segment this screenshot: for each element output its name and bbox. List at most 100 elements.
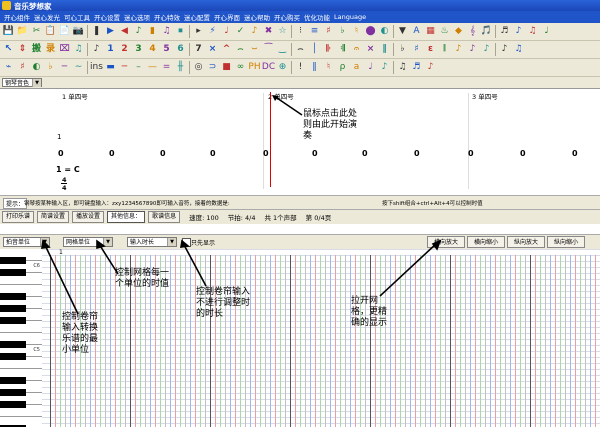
toolbar-icon[interactable]: ρ <box>336 61 349 75</box>
black-key[interactable] <box>0 353 26 360</box>
toolbar-icon[interactable]: │ <box>308 43 321 57</box>
menu-item[interactable]: 开心组件 <box>4 12 30 22</box>
toolbar-icon[interactable]: ▼ <box>396 25 409 39</box>
toolbar-icon[interactable]: ─ <box>58 61 71 75</box>
toolbar-icon[interactable]: ◀ <box>118 25 131 39</box>
menu-item[interactable]: Language <box>334 13 366 21</box>
toolbar-icon[interactable]: ♩ <box>540 25 553 39</box>
rest-note[interactable]: 0 <box>109 149 115 158</box>
toolbar-icon[interactable]: ⇕ <box>16 43 29 57</box>
toolbar-icon[interactable]: ∞ <box>234 61 247 75</box>
tab[interactable]: 打印乐谱 <box>2 211 35 223</box>
tab[interactable]: 播放设置 <box>72 211 105 223</box>
toolbar-icon[interactable]: ♬ <box>410 61 423 75</box>
toolbar-icon[interactable]: 𝄁 <box>438 43 451 57</box>
toolbar-icon[interactable]: ♫ <box>396 61 409 75</box>
toolbar-icon[interactable]: ♭ <box>336 25 349 39</box>
toolbar-icon[interactable]: ⁀ <box>262 43 275 57</box>
toolbar-icon[interactable]: ☆ <box>276 25 289 39</box>
toolbar-icon[interactable]: ins <box>90 61 103 75</box>
toolbar-icon[interactable]: a <box>350 61 363 75</box>
black-key[interactable] <box>0 377 26 384</box>
toolbar-icon[interactable]: PH <box>248 61 261 75</box>
toolbar-icon[interactable]: ♪ <box>452 43 465 57</box>
toolbar-icon[interactable]: ▬ <box>104 61 117 75</box>
toolbar-icon[interactable]: 5 <box>160 43 173 57</box>
toolbar-icon[interactable]: ⬤ <box>364 25 377 39</box>
toolbar-icon[interactable]: ɛ <box>424 43 437 57</box>
rest-note[interactable]: 0 <box>312 149 318 158</box>
black-key[interactable] <box>0 401 26 408</box>
toolbar-icon[interactable]: ▸ <box>192 25 205 39</box>
toolbar-icon[interactable]: × <box>364 43 377 57</box>
tab[interactable]: 其他信息： <box>107 211 146 223</box>
menu-item[interactable]: 开心购买 <box>274 12 300 22</box>
black-key[interactable] <box>0 389 26 396</box>
toolbar-icon[interactable]: ▦ <box>424 25 437 39</box>
toolbar-icon[interactable]: 4 <box>146 43 159 57</box>
menu-item[interactable]: 开心设置 <box>94 12 120 22</box>
toolbar-icon[interactable]: ♪ <box>466 43 479 57</box>
toolbar-icon[interactable]: 𝄞 <box>466 25 479 39</box>
toolbar-icon[interactable]: ⌢ <box>234 43 247 57</box>
menu-item[interactable]: 优化功能 <box>304 12 330 22</box>
toolbar-icon[interactable]: ∼ <box>72 61 85 75</box>
toolbar-icon[interactable]: ♨ <box>438 25 451 39</box>
toolbar-icon[interactable]: ♩ <box>364 61 377 75</box>
toolbar-icon[interactable]: ⏹ <box>174 25 187 39</box>
toolbar-icon[interactable]: – <box>132 61 145 75</box>
toolbar-icon[interactable]: 3 <box>132 43 145 57</box>
toolbar-icon[interactable]: ♫ <box>160 25 173 39</box>
toolbar-icon[interactable]: ⊕ <box>276 61 289 75</box>
toolbar-icon[interactable]: × <box>206 43 219 57</box>
toolbar-icon[interactable]: 📋 <box>44 25 57 39</box>
toolbar-icon[interactable]: ↖ <box>2 43 15 57</box>
menu-item[interactable]: 迷心帮助 <box>244 12 270 22</box>
toolbar-icon[interactable]: ♪ <box>378 61 391 75</box>
toolbar-icon[interactable]: ⊃ <box>206 61 219 75</box>
toolbar-icon[interactable]: 𝄐 <box>350 43 363 57</box>
toolbar-icon[interactable]: ! <box>294 61 307 75</box>
toolbar-icon[interactable]: ⁝ <box>294 25 307 39</box>
toolbar-icon[interactable]: = <box>160 61 173 75</box>
toolbar-icon[interactable]: ♫ <box>512 43 525 57</box>
toolbar-icon[interactable]: ‖ <box>308 61 321 75</box>
toolbar-icon[interactable]: 6 <box>174 43 187 57</box>
toolbar-icon[interactable]: ♪ <box>248 25 261 39</box>
toolbar-icon[interactable]: ◐ <box>30 61 43 75</box>
rest-note[interactable]: 0 <box>263 149 269 158</box>
toolbar-icon[interactable]: ♫ <box>72 43 85 57</box>
toolbar-icon[interactable]: ♯ <box>322 25 335 39</box>
menu-item[interactable]: 开心界面 <box>214 12 240 22</box>
toolbar-icon[interactable]: ◎ <box>192 61 205 75</box>
toolbar-icon[interactable]: ♪ <box>480 43 493 57</box>
toolbar-icon[interactable]: ◐ <box>378 25 391 39</box>
rest-note[interactable]: 0 <box>572 149 578 158</box>
tab[interactable]: 简谱设置 <box>37 211 70 223</box>
toolbar-icon[interactable]: ♪ <box>90 43 103 57</box>
menu-item[interactable]: 迷心选项 <box>124 12 150 22</box>
toolbar-icon[interactable]: ❚ <box>90 25 103 39</box>
toolbar-icon[interactable]: ♬ <box>498 25 511 39</box>
rest-note[interactable]: 0 <box>160 149 166 158</box>
rest-note[interactable]: 0 <box>210 149 216 158</box>
toolbar-icon[interactable]: ♪ <box>132 25 145 39</box>
toolbar-icon[interactable]: ♮ <box>322 61 335 75</box>
toolbar-icon[interactable]: ♭ <box>44 61 57 75</box>
black-key[interactable] <box>0 341 26 348</box>
toolbar-icon[interactable]: — <box>146 61 159 75</box>
toolbar-icon[interactable]: 𝄇 <box>336 43 349 57</box>
toolbar-icon[interactable]: ♯ <box>16 61 29 75</box>
toolbar-icon[interactable]: ◆ <box>452 25 465 39</box>
toolbar-icon[interactable]: 2 <box>118 43 131 57</box>
toolbar-icon[interactable]: 💾 <box>2 25 15 39</box>
toolbar-icon[interactable]: ✂ <box>30 25 43 39</box>
rest-note[interactable]: 0 <box>362 149 368 158</box>
toolbar-icon[interactable]: ♪ <box>498 43 511 57</box>
toolbar-icon[interactable]: ⌧ <box>58 43 71 57</box>
menu-item[interactable]: 迷心发光 <box>34 12 60 22</box>
toolbar-icon[interactable]: ■ <box>220 61 233 75</box>
toolbar-icon[interactable]: ╫ <box>174 61 187 75</box>
tab[interactable]: 歌谱信息 <box>148 211 181 223</box>
toolbar-icon[interactable]: ‖ <box>378 43 391 57</box>
